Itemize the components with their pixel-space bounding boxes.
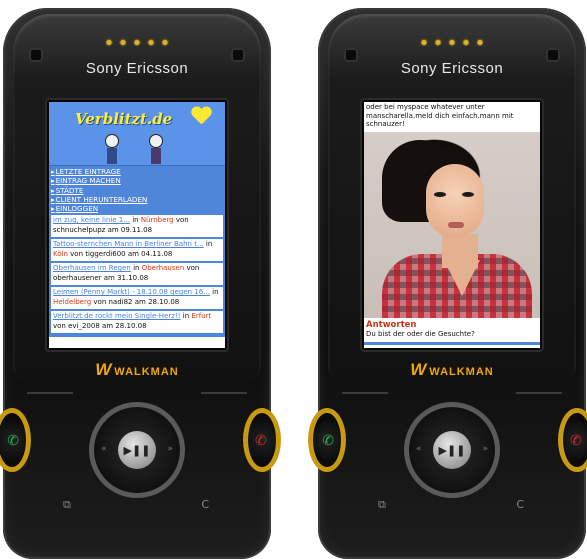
walkman-logo: W WALKMAN bbox=[410, 360, 494, 379]
play-pause-icon: ▶❚❚ bbox=[438, 443, 466, 457]
cartoon-head-icon bbox=[149, 134, 163, 148]
site-logo[interactable]: Verblitzt.de bbox=[75, 110, 172, 128]
walkman-w-icon: W bbox=[410, 360, 428, 379]
walkman-w-icon: W bbox=[95, 360, 113, 379]
previous-icon: « bbox=[416, 444, 422, 454]
cartoon-body-icon bbox=[107, 148, 117, 164]
site-header: Verblitzt.de bbox=[49, 102, 225, 166]
entry-meta: von tiggerdi600 am 04.11.08 bbox=[70, 249, 173, 258]
phone-screen-right: oder bei myspace whatever unter manschar… bbox=[364, 102, 540, 348]
cartoon-head-icon bbox=[105, 134, 119, 148]
menu-item-staedte[interactable]: ▸STÄDTE bbox=[51, 186, 223, 195]
list-item[interactable]: Tattoo-sternchen Mann in Berliner Bahn t… bbox=[51, 239, 223, 262]
list-item[interactable]: im zug, keine linie 1... in Nürnberg von… bbox=[51, 215, 223, 238]
call-button[interactable]: ✆ bbox=[308, 408, 346, 472]
previous-icon: « bbox=[101, 444, 107, 454]
keypad: ✆ ✆ « » ▶❚❚ ⧉ C bbox=[0, 386, 281, 559]
entry-meta: von evi_2008 am 28.10.08 bbox=[53, 321, 147, 330]
entry-list: im zug, keine linie 1... in Nürnberg von… bbox=[49, 215, 225, 338]
navigation-ring[interactable]: « » ▶❚❚ bbox=[89, 402, 185, 498]
entry-city: Erfurt bbox=[191, 312, 212, 321]
brand-label: Sony Ericsson bbox=[400, 60, 504, 77]
end-call-icon: ✆ bbox=[255, 433, 267, 449]
clear-key[interactable]: C bbox=[201, 498, 209, 511]
end-call-button[interactable]: ✆ bbox=[558, 408, 587, 472]
photo-eye bbox=[462, 192, 474, 197]
entry-meta: von nadi82 am 28.10.08 bbox=[93, 297, 180, 306]
reply-prompt: Du bist der oder die Gesuchte? bbox=[364, 330, 540, 345]
list-item[interactable]: Leimen (Penny Markt) - 18.10.08 gegen 16… bbox=[51, 287, 223, 310]
reply-area: Antworten Du bist der oder die Gesuchte? bbox=[364, 318, 540, 348]
call-button[interactable]: ✆ bbox=[0, 408, 31, 472]
call-icon: ✆ bbox=[7, 433, 19, 449]
soft-key-right-line[interactable] bbox=[201, 392, 247, 394]
keypad: ✆ ✆ « » ▶❚❚ ⧉ C bbox=[308, 386, 587, 559]
menu-key-icon[interactable]: ⧉ bbox=[378, 498, 386, 512]
entry-title-link[interactable]: Verblitzt.de rockt mein Single-Herz!! bbox=[53, 312, 181, 320]
menu-key-icon[interactable]: ⧉ bbox=[63, 498, 71, 512]
menu-item-eintrag-machen[interactable]: ▸EINTRAG MACHEN bbox=[51, 176, 223, 185]
soft-key-left-line[interactable] bbox=[27, 392, 73, 394]
end-call-button[interactable]: ✆ bbox=[243, 408, 281, 472]
profile-photo[interactable] bbox=[364, 132, 540, 318]
menu-item-client-herunterladen[interactable]: ▸CLIENT HERUNTERLADEN bbox=[51, 195, 223, 204]
menu-item-einloggen[interactable]: ▸EINLOGGEN bbox=[51, 204, 223, 213]
soft-key-left-line[interactable] bbox=[342, 392, 388, 394]
soft-key-right-line[interactable] bbox=[516, 392, 562, 394]
play-pause-button[interactable]: ▶❚❚ bbox=[118, 431, 156, 469]
cartoon-body-icon bbox=[151, 148, 161, 164]
site-menu: ▸LETZTE EINTRAGE ▸EINTRAG MACHEN ▸STÄDTE… bbox=[49, 166, 225, 216]
list-item[interactable]: Verblitzt.de rockt mein Single-Herz!! in… bbox=[51, 311, 223, 334]
photo-neckline bbox=[444, 260, 480, 296]
speaker-grille bbox=[106, 40, 168, 45]
phone-screen-left: Verblitzt.de ▸LETZTE EINTRAGE ▸EINTRAG M… bbox=[49, 102, 225, 348]
next-icon: » bbox=[167, 444, 173, 454]
reply-heading[interactable]: Antworten bbox=[364, 318, 540, 330]
call-icon: ✆ bbox=[322, 433, 334, 449]
clear-key[interactable]: C bbox=[516, 498, 524, 511]
message-text: oder bei myspace whatever unter manschar… bbox=[364, 102, 540, 132]
entry-city: Heidelberg bbox=[53, 297, 92, 306]
entry-title-link[interactable]: Leimen (Penny Markt) - 18.10.08 gegen 16… bbox=[53, 288, 210, 296]
walkman-logo: W WALKMAN bbox=[95, 360, 179, 379]
play-pause-button[interactable]: ▶❚❚ bbox=[433, 431, 471, 469]
phone-left: Sony Ericsson Verblitzt.de ▸LETZTE EINTR… bbox=[0, 8, 281, 559]
brand-label: Sony Ericsson bbox=[85, 60, 189, 77]
entry-city: Köln bbox=[53, 249, 68, 258]
entry-city: Oberhausen bbox=[141, 264, 185, 273]
entry-title-link[interactable]: Oberhausen im Regen bbox=[53, 264, 131, 272]
play-pause-icon: ▶❚❚ bbox=[123, 443, 151, 457]
entry-title-link[interactable]: Tattoo-sternchen Mann in Berliner Bahn t… bbox=[53, 240, 204, 248]
heart-icon bbox=[191, 107, 211, 125]
next-icon: » bbox=[482, 444, 488, 454]
entry-city: Nürnberg bbox=[140, 216, 174, 225]
photo-eye bbox=[434, 192, 446, 197]
photo-stage: Sony Ericsson Verblitzt.de ▸LETZTE EINTR… bbox=[0, 0, 587, 559]
end-call-icon: ✆ bbox=[570, 433, 582, 449]
speaker-grille bbox=[421, 40, 483, 45]
photo-lips bbox=[448, 222, 464, 228]
navigation-ring[interactable]: « » ▶❚❚ bbox=[404, 402, 500, 498]
menu-item-letzte-eintrage[interactable]: ▸LETZTE EINTRAGE bbox=[51, 167, 223, 176]
list-item[interactable]: Oberhausen im Regen in Oberhausen von ob… bbox=[51, 263, 223, 286]
phone-right: Sony Ericsson oder bei myspace whatever … bbox=[308, 8, 587, 559]
entry-title-link[interactable]: im zug, keine linie 1... bbox=[53, 216, 130, 224]
